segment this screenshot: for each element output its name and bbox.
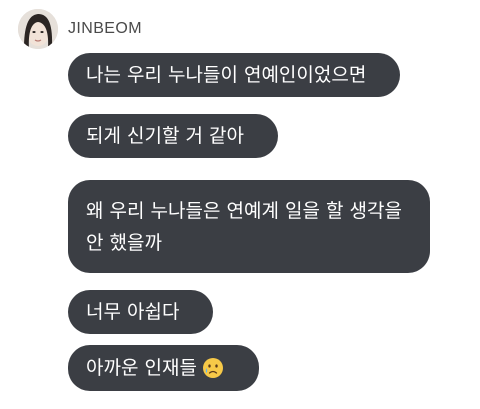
message-text: 나는 우리 누나들이 연예인이었으면 — [86, 64, 367, 86]
message-bubble[interactable]: 나는 우리 누나들이 연예인이었으면 — [68, 53, 400, 97]
message-text: 되게 신기할 거 같아 — [86, 125, 244, 147]
message-text: 왜 우리 누나들은 연예계 일을 할 생각을 안 했을까 — [86, 199, 402, 254]
message-text: 너무 아쉽다 — [86, 301, 180, 323]
message-bubble[interactable]: 너무 아쉽다 — [68, 290, 213, 334]
chat-sender-header: JINBEOM — [18, 9, 142, 49]
sender-avatar[interactable] — [18, 9, 58, 49]
message-bubble[interactable]: 되게 신기할 거 같아 — [68, 114, 278, 158]
crying-face-emoji-icon — [202, 358, 223, 378]
sender-name: JINBEOM — [68, 20, 142, 37]
message-bubble[interactable]: 왜 우리 누나들은 연예계 일을 할 생각을 안 했을까 — [68, 180, 430, 273]
avatar-photo-icon — [18, 9, 58, 49]
message-bubble[interactable]: 아까운 인재들 — [68, 345, 259, 391]
message-text: 아까운 인재들 — [86, 357, 197, 379]
